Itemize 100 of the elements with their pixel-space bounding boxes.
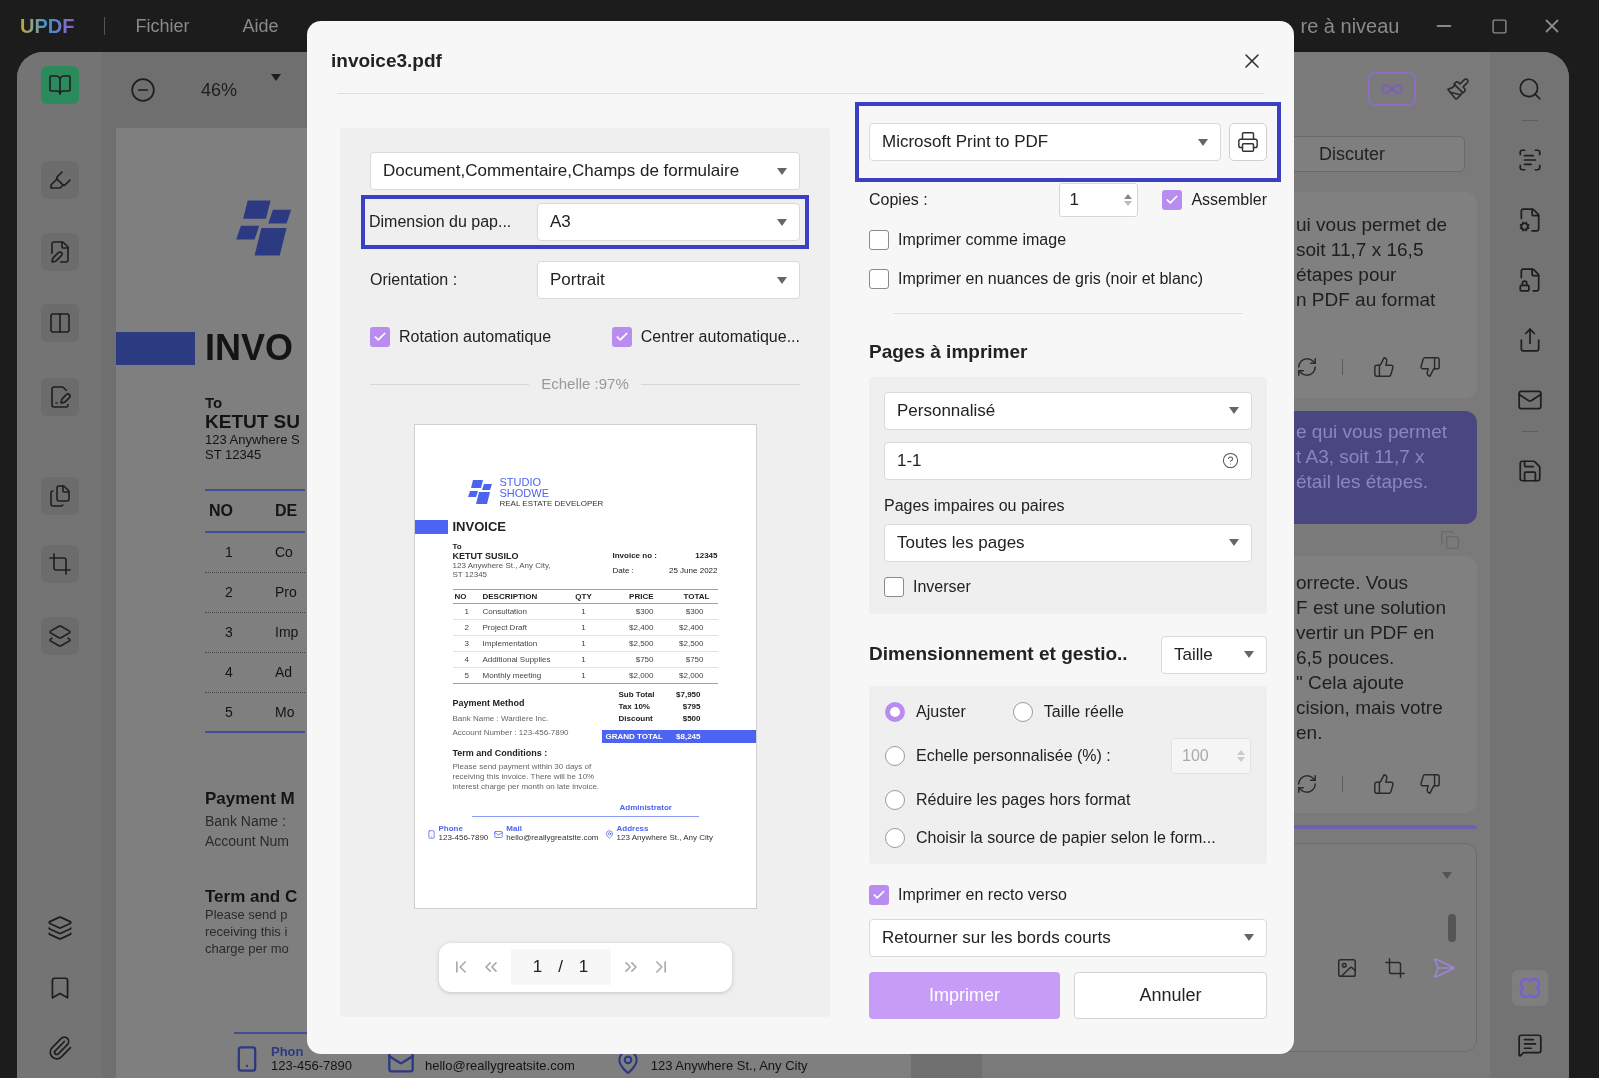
save-icon[interactable] <box>1516 458 1543 484</box>
cancel-button[interactable]: Annuler <box>1074 971 1267 1019</box>
checkbox[interactable] <box>869 230 889 250</box>
dropdown[interactable]: Microsoft Print to PDF <box>869 123 1221 161</box>
orientation-label: Orientation : <box>370 270 458 290</box>
tool-button[interactable] <box>40 304 79 342</box>
terms-title: Term and Conditions : <box>452 746 548 760</box>
radio-button[interactable] <box>885 701 905 722</box>
ocr-icon[interactable] <box>1516 147 1543 173</box>
checkbox-label: Centrer automatique... <box>640 327 800 347</box>
message-line: en. <box>1296 721 1324 745</box>
checkbox[interactable] <box>869 269 889 289</box>
table-cell-text: $300 <box>634 605 654 618</box>
message-line: cision, mais votre <box>1296 696 1444 720</box>
message-line: vertir un PDF en <box>1296 621 1436 645</box>
comment-icon[interactable] <box>1516 1032 1543 1058</box>
printer-button[interactable] <box>1229 123 1267 161</box>
table-cell-text: $750 <box>634 653 654 666</box>
tool-button[interactable] <box>40 378 79 416</box>
menu-item[interactable]: Fichier <box>135 12 190 40</box>
checkbox[interactable] <box>1162 190 1183 210</box>
message-line: étail les étapes. <box>1296 470 1430 494</box>
mail-icon[interactable] <box>1516 387 1543 413</box>
thumbs-up-icon[interactable] <box>1373 356 1395 378</box>
brand-tagline: REAL ESTATE DEVELOPER <box>499 499 604 508</box>
image-icon[interactable] <box>1336 957 1358 979</box>
checkbox[interactable] <box>884 576 904 597</box>
decrement-icon[interactable] <box>1124 201 1133 206</box>
table-cell-text: $2,500 <box>678 637 704 650</box>
radio-label: Echelle personnalisée (%) : <box>916 745 1111 766</box>
scrollbar-thumb[interactable] <box>1448 914 1456 942</box>
dropdown[interactable]: Taille <box>1161 635 1267 674</box>
copies-field[interactable]: 1 <box>1058 183 1139 217</box>
brush-icon[interactable] <box>1446 77 1470 101</box>
maximize-icon[interactable] <box>1491 17 1509 35</box>
checkbox[interactable] <box>370 327 390 347</box>
regenerate-icon[interactable] <box>1296 356 1318 378</box>
zoom-out-icon[interactable] <box>130 77 156 103</box>
radio-button[interactable] <box>1012 701 1033 722</box>
dropdown[interactable]: Toutes les pages <box>884 523 1252 562</box>
payment-detail: Account Num <box>205 832 290 849</box>
help-icon[interactable] <box>1222 452 1239 469</box>
meta-value: 25 June 2022 <box>669 564 718 577</box>
checkbox[interactable] <box>869 884 889 905</box>
dropdown[interactable]: Document,Commentaire,Champs de formulaire <box>370 152 800 190</box>
thumbs-down-icon[interactable] <box>1419 356 1441 378</box>
radio-label: Choisir la source de papier selon le form... <box>916 827 1216 848</box>
total-label: Tax 10% <box>618 701 650 714</box>
tool-button[interactable] <box>40 617 79 655</box>
contact-value: 123-456-7890 <box>271 1059 352 1073</box>
dropdown[interactable]: Portrait <box>537 261 800 299</box>
recipient-address: ST 12345 <box>452 570 488 580</box>
copies-label: Copies : <box>869 190 929 210</box>
file-lock-icon[interactable] <box>1516 267 1543 293</box>
upgrade-label[interactable]: re à niveau <box>1300 11 1400 41</box>
dropdown[interactable]: Retourner sur les bords courts <box>869 918 1267 957</box>
radio-label: Réduire les pages hors format <box>916 789 1131 810</box>
contact-value: 123 Anywhere St., Any City <box>616 834 713 843</box>
brand-name: STUDIO <box>499 476 543 488</box>
recipient-name: KETUT SU <box>205 411 300 434</box>
radio-button[interactable] <box>885 745 905 766</box>
checkbox-label: Imprimer en recto verso <box>898 884 1067 905</box>
checkmark-icon <box>1165 193 1180 207</box>
radio-label: Ajuster <box>916 701 966 722</box>
current-page[interactable]: 1 <box>532 954 543 980</box>
column-header: DE <box>275 501 298 521</box>
contact-label: Phone <box>438 825 463 835</box>
checkbox-label: Imprimer en nuances de gris (noir et blanc) <box>898 269 1204 289</box>
crop-icon[interactable] <box>1384 957 1406 979</box>
scale-label: Echelle :97% <box>541 374 629 394</box>
contact-value: 123-456-7890 <box>438 834 489 843</box>
menu-item[interactable]: Aide <box>242 12 279 40</box>
tool-button[interactable] <box>40 233 79 271</box>
search-icon[interactable] <box>1516 76 1543 102</box>
table-cell-text: 5 <box>463 669 470 682</box>
radio-button[interactable] <box>885 789 905 810</box>
checkbox[interactable] <box>611 327 632 347</box>
layers-icon[interactable] <box>46 915 73 941</box>
thumbs-up-icon[interactable] <box>1373 773 1395 795</box>
dropdown[interactable]: A3 <box>537 203 800 241</box>
radio-button[interactable] <box>885 827 905 848</box>
regenerate-icon[interactable] <box>1296 773 1318 795</box>
table-cell-text: 4 <box>463 653 470 666</box>
increment-icon[interactable] <box>1124 194 1133 199</box>
checkbox-label: Inverser <box>913 576 971 597</box>
table-cell-text: 3 <box>463 637 470 650</box>
tool-button[interactable] <box>40 161 79 199</box>
message-line: " Cela ajoute <box>1296 671 1406 695</box>
thumbs-down-icon[interactable] <box>1419 773 1441 795</box>
tool-button[interactable] <box>40 545 79 583</box>
meta-value: 12345 <box>695 549 718 562</box>
dropdown[interactable]: Personnalisé <box>884 391 1252 430</box>
section-title: Term and C <box>205 886 298 907</box>
tool-button[interactable] <box>40 66 79 104</box>
tool-button[interactable] <box>40 477 79 515</box>
attachment-icon[interactable] <box>46 1035 73 1061</box>
table-cell: Ad <box>275 664 293 681</box>
book-icon <box>47 73 72 97</box>
recipient-name: KETUT SUSILO <box>452 550 519 562</box>
page-range-field[interactable]: 1-1 <box>884 441 1252 480</box>
